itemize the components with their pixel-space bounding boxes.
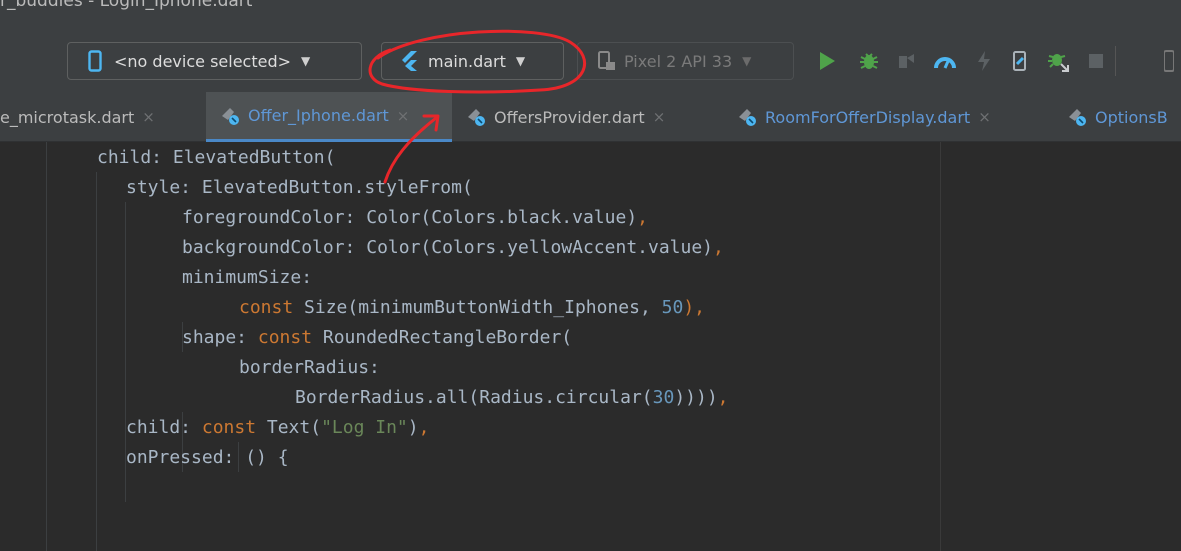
close-icon[interactable]: × [397,107,410,125]
code-line: shape: const RoundedRectangleBorder( [182,327,573,348]
code-line: BorderRadius.all(Radius.circular(30)))), [295,387,729,408]
stop-icon[interactable] [1085,50,1107,72]
flutter-icon [400,51,418,71]
tab-offer-iphone[interactable]: Offer_Iphone.dart × [206,92,452,142]
more-icon[interactable] [1158,50,1180,72]
tab-label: OptionsB [1095,107,1168,127]
chevron-down-icon: ▼ [515,54,526,68]
editor-tabs: e_microtask.dart × Offer_Iphone.dart × O… [0,92,1181,142]
code-line: onPressed: () { [126,447,289,468]
run-icon[interactable] [816,50,838,72]
dart-file-icon [222,107,239,125]
attach-icon[interactable] [896,50,918,72]
code-line: backgroundColor: Color(Colors.yellowAcce… [182,237,724,258]
toolbar-separator [1115,46,1116,76]
close-icon[interactable]: × [142,108,155,126]
code-line: minimumSize: [182,267,313,288]
attach-debugger-icon[interactable] [1047,50,1069,72]
indent-guide [46,142,47,551]
code-line: style: ElevatedButton.styleFrom( [126,177,473,198]
run-toolbar: <no device selected> ▼ main.dart ▼ Pixel… [0,32,1181,92]
profile-icon[interactable] [934,50,956,72]
window-titlebar: r_buddies - Login_Iphone.dart [0,0,1181,32]
code-line: const Size(minimumButtonWidth_Iphones, 5… [239,297,706,318]
tab-label: RoomForOfferDisplay.dart [765,107,971,127]
close-icon[interactable]: × [978,108,991,126]
code-editor[interactable]: child: ElevatedButton( style: ElevatedBu… [0,142,1181,551]
hot-reload-icon[interactable] [973,50,995,72]
emulator-select-label: Pixel 2 API 33 [624,51,733,71]
close-icon[interactable]: × [653,108,666,126]
phone-icon [88,50,102,72]
chevron-down-icon: ▼ [742,54,752,68]
tab-room-for-offer-display[interactable]: RoomForOfferDisplay.dart × [737,92,991,142]
code-line: borderRadius: [239,357,380,378]
emulator-select[interactable]: Pixel 2 API 33 ▼ [577,42,794,80]
code-line: foregroundColor: Color(Colors.black.valu… [182,207,648,228]
device-select-label: <no device selected> [114,51,292,71]
tab-label: OffersProvider.dart [494,107,645,127]
run-config-label: main.dart [428,51,506,71]
indent-guide [96,172,97,551]
tab-e-microtask[interactable]: e_microtask.dart × [0,92,155,142]
dart-file-icon [1069,109,1086,126]
device-manager-icon[interactable] [1009,50,1031,72]
tab-label: Offer_Iphone.dart [248,106,389,125]
run-config-select[interactable]: main.dart ▼ [381,42,564,80]
window-title: r_buddies - Login_Iphone.dart [0,0,253,11]
dart-file-icon [739,109,756,126]
emulator-icon [598,51,616,71]
chevron-down-icon: ▼ [301,54,311,68]
debug-icon[interactable] [858,50,880,72]
code-line: child: const Text("Log In"), [126,417,430,438]
right-margin-guide [940,142,941,551]
tab-offers-provider[interactable]: OffersProvider.dart × [466,92,665,142]
tab-label: e_microtask.dart [0,107,135,127]
device-select[interactable]: <no device selected> ▼ [67,42,362,80]
code-line: child: ElevatedButton( [97,147,336,168]
tab-options[interactable]: OptionsB [1067,92,1168,142]
dart-file-icon [468,109,485,126]
